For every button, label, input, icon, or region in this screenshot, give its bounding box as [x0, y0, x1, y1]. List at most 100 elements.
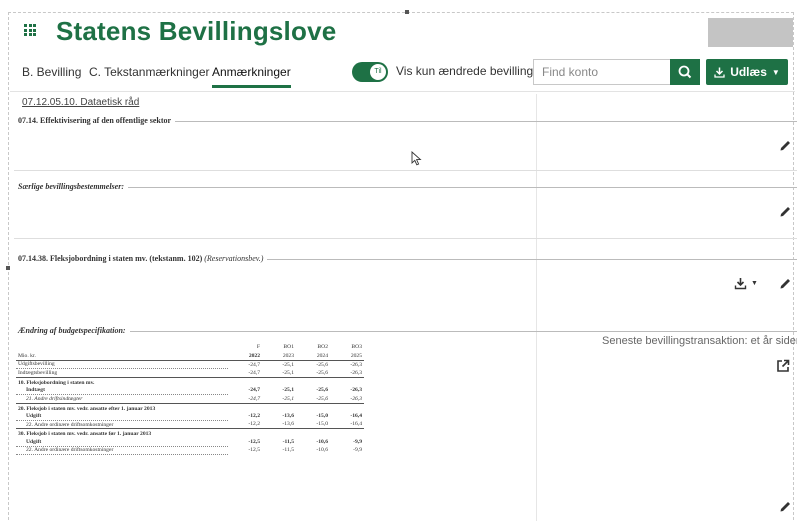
- table-cell: [296, 402, 330, 412]
- edit-button[interactable]: [775, 135, 795, 155]
- row-label: Indtægt: [16, 385, 228, 396]
- chevron-down-icon: ▼: [751, 279, 758, 287]
- column-header: 2025: [350, 352, 362, 359]
- table-cell: -26,3: [350, 361, 362, 368]
- grid-icon[interactable]: [24, 24, 36, 36]
- table-cell: -24,7: [248, 387, 260, 394]
- download-icon: [734, 277, 747, 289]
- row-label: 21. Andre driftsindtægter: [16, 394, 228, 404]
- tab-c-tekstanmaerkninger[interactable]: C. Tekstanmærkninger: [89, 56, 210, 88]
- edit-button[interactable]: [775, 201, 795, 221]
- table-cell: [262, 428, 296, 438]
- column-header: 2023: [282, 352, 294, 359]
- pencil-icon: [780, 501, 790, 511]
- table-cell: -25,1: [282, 369, 294, 376]
- table-cell: -15,0: [316, 421, 328, 428]
- search-input[interactable]: [533, 59, 670, 85]
- resize-handle-left[interactable]: [6, 266, 10, 270]
- row-label: 20. Fleksjob i staten mv. vedr. ansatte …: [16, 402, 228, 412]
- section-title-budget: Ændring af budgetspecifikation:: [18, 326, 130, 335]
- table-row: Indtægtsbevilling -24,7 -25,1 -25,6 -26,3: [16, 368, 364, 378]
- table-cell: -12,2: [248, 421, 260, 428]
- table-row: 20. Fleksjob i staten mv. vedr. ansatte …: [16, 402, 364, 412]
- search-icon: [678, 65, 692, 79]
- table-row: Udgift -12,5 -11,5 -10,6 -9,9: [16, 437, 364, 447]
- export-label: Udlæs: [730, 65, 767, 79]
- edit-button[interactable]: [775, 496, 795, 516]
- edit-button[interactable]: [775, 273, 795, 293]
- pencil-icon: [780, 278, 790, 288]
- app-title: Statens Bevillingslove: [56, 16, 337, 46]
- budget-table-body: Udgiftsbevilling -24,7 -25,1 -25,6 -26,3 Indt…: [16, 360, 364, 456]
- table-cell: -12,5: [248, 447, 260, 454]
- column-header: BO1: [283, 344, 294, 351]
- table-cell: -25,6: [316, 369, 328, 376]
- export-button[interactable]: Udlæs ▼: [706, 59, 788, 85]
- tab-b-bevilling[interactable]: B. Bevilling: [22, 56, 81, 88]
- row-label: Udgift: [16, 437, 228, 447]
- table-cell: -12,2: [248, 413, 260, 420]
- chevron-down-icon: ▼: [771, 67, 780, 77]
- section-fleksjob-label: 07.14.38. Fleksjobordning i staten mv. (…: [18, 254, 203, 263]
- column-header: BO2: [317, 344, 328, 351]
- row-label: Udgift: [16, 411, 228, 421]
- table-cell: -25,1: [282, 395, 294, 402]
- table-cell: -10,6: [316, 447, 328, 454]
- recent-transaction-text: Seneste bevillingstransaktion: et år sid…: [602, 335, 797, 347]
- row-label: Udgiftsbevilling: [16, 360, 228, 370]
- table-cell: -24,7: [248, 369, 260, 376]
- table-cell: -9,9: [353, 447, 362, 454]
- table-cell: -11,5: [282, 438, 294, 445]
- column-header: BO3: [351, 344, 362, 351]
- table-cell: -10,6: [316, 438, 328, 445]
- table-cell: -16,4: [350, 421, 362, 428]
- table-cell: -12,5: [248, 438, 260, 445]
- table-header-row: Mio. kr. 2022 2023 2024 2025: [16, 352, 364, 361]
- row-divider: [14, 170, 797, 171]
- budget-table: F BO1 BO2 BO3 Mio. kr. 2022 2023 2024 20…: [16, 343, 364, 456]
- table-cell: -13,6: [282, 421, 294, 428]
- column-header: F: [256, 344, 260, 351]
- search-button[interactable]: [670, 59, 700, 85]
- pencil-icon: [780, 140, 790, 150]
- table-cell: -16,4: [350, 413, 362, 420]
- table-cell: -26,3: [350, 395, 362, 402]
- section-rule: [18, 331, 797, 332]
- toggle-label: Vis kun ændrede bevillinger: [396, 64, 544, 78]
- download-dropdown-button[interactable]: ▼: [729, 273, 763, 293]
- table-cell: -13,6: [282, 413, 294, 420]
- table-cell: -24,7: [248, 395, 260, 402]
- table-cell: [228, 402, 262, 412]
- section-fleksjob-note: (Reservationsbev.): [204, 254, 264, 263]
- table-cell: [228, 376, 262, 386]
- column-header: 2022: [248, 352, 260, 359]
- table-cell: -26,3: [350, 369, 362, 376]
- user-avatar-placeholder[interactable]: [708, 18, 793, 47]
- toggle-knob: Til: [370, 64, 386, 80]
- table-row: 22. Andre ordinære driftsomkostninger -12…: [16, 420, 364, 430]
- table-cell: [262, 402, 296, 412]
- row-label: 22. Andre ordinære driftsomkostninger: [16, 446, 228, 456]
- unit-label: Mio. kr.: [18, 352, 36, 359]
- column-header: 2024: [316, 352, 328, 359]
- table-cell: -25,6: [316, 395, 328, 402]
- table-row: Indtægt -24,7 -25,1 -25,6 -26,3: [16, 385, 364, 396]
- table-cell: -15,0: [316, 413, 328, 420]
- tab-anmaerkninger[interactable]: Anmærkninger: [212, 56, 291, 88]
- table-cell: -24,7: [248, 361, 260, 368]
- table-header-row: F BO1 BO2 BO3: [16, 343, 364, 352]
- table-cell: [296, 376, 330, 386]
- table-row: 30. Fleksjob i staten mv. vedr. ansatte …: [16, 428, 364, 438]
- table-cell: [330, 376, 364, 386]
- table-row: 22. Andre ordinære driftsomkostninger -12…: [16, 446, 364, 456]
- breadcrumb[interactable]: 07.12.05.10. Dataetisk råd: [22, 97, 139, 108]
- table-cell: -25,1: [282, 387, 294, 394]
- open-external-button[interactable]: [773, 356, 793, 376]
- changed-only-toggle[interactable]: Til: [352, 62, 388, 82]
- row-label: Indtægtsbevilling: [16, 368, 228, 378]
- row-label: 10. Fleksjobordning i staten mv.: [16, 376, 228, 386]
- row-label: 30. Fleksjob i staten mv. vedr. ansatte …: [16, 428, 228, 438]
- table-cell: -25,6: [316, 387, 328, 394]
- row-divider: [14, 238, 797, 239]
- row-label: 22. Andre ordinære driftsomkostninger: [16, 420, 228, 430]
